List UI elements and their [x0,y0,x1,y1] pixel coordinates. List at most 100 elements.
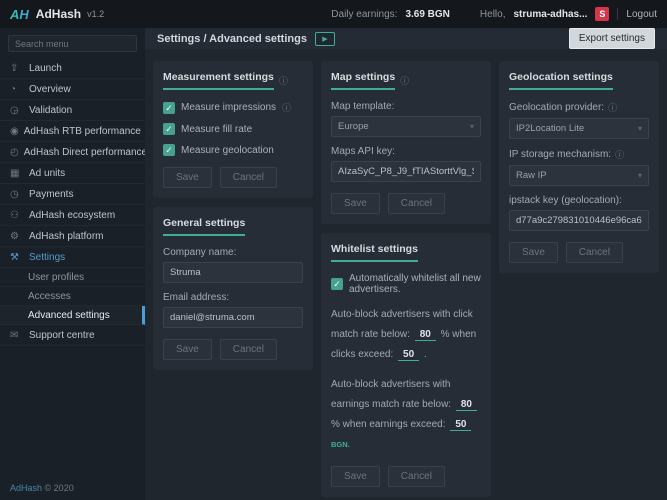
map-template-label: Map template: [331,101,481,112]
direct-performance-icon: ◴ [10,147,19,158]
general-settings-panel: General settings Company name: Email add… [153,207,313,370]
cancel-button[interactable]: Cancel [566,242,623,263]
map-template-select[interactable]: Europe ▾ [331,116,481,137]
sidebar-subitem-user-profiles[interactable]: User profiles [0,268,145,287]
save-button[interactable]: Save [331,193,380,214]
play-icon: ▶ [322,35,327,43]
divider [617,8,618,20]
cancel-button[interactable]: Cancel [388,466,445,487]
measure-fill-rate-checkbox[interactable]: ✓ [163,123,175,135]
measure-geolocation-row: ✓ Measure geolocation [163,144,303,156]
info-icon[interactable]: ⓘ [400,74,409,87]
ad-units-icon: ▦ [10,168,24,179]
cancel-button[interactable]: Cancel [220,339,277,360]
click-match-rate-field[interactable]: 80 [415,329,436,341]
sidebar-item-settings[interactable]: ⚒ Settings [0,247,145,268]
breadcrumb: Settings / Advanced settings [157,33,307,45]
export-settings-button[interactable]: Export settings [569,28,655,49]
sidebar-item-overview[interactable]: ◔ Overview [0,79,145,100]
sidebar-item-label: Launch [29,63,62,74]
info-icon[interactable]: ⓘ [282,101,291,114]
sidebar-item-validation[interactable]: ◶ Validation [0,100,145,121]
measurement-settings-panel: Measurement settings ⓘ ✓ Measure impress… [153,61,313,198]
ip-storage-select[interactable]: Raw IP ▾ [509,165,649,186]
sidebar: ⇪ Launch ◔ Overview ◶ Validation ◉ AdHas… [0,28,145,500]
maps-api-key-field[interactable] [331,161,481,182]
chevron-down-icon: ▾ [470,122,474,131]
chevron-down-icon: ▾ [638,171,642,180]
sidebar-item-label: Ad units [29,168,65,179]
geolocation-provider-label: Geolocation provider: [509,102,604,113]
earnings-exceed-field[interactable]: 50 [450,419,471,431]
save-button[interactable]: Save [509,242,558,263]
sidebar-item-label: Payments [29,189,73,200]
bgn-unit-label: BGN. [331,440,350,449]
sidebar-item-label: Overview [29,84,71,95]
earnings-match-rate-field[interactable]: 80 [456,399,477,411]
cancel-button[interactable]: Cancel [220,167,277,188]
sidebar-item-launch[interactable]: ⇪ Launch [0,58,145,79]
company-name-label: Company name: [163,247,303,258]
logout-button[interactable]: Logout [626,9,657,20]
sidebar-item-ad-units[interactable]: ▦ Ad units [0,163,145,184]
measure-geolocation-checkbox[interactable]: ✓ [163,144,175,156]
sidebar-item-platform[interactable]: ⚙ AdHash platform [0,226,145,247]
panel-title: Map settings [331,71,395,90]
sidebar-item-payments[interactable]: ◷ Payments [0,184,145,205]
measure-fill-rate-row: ✓ Measure fill rate [163,123,303,135]
rtb-performance-icon: ◉ [10,126,19,137]
support-chat-icon: ✉ [10,330,24,341]
sidebar-item-support-centre[interactable]: ✉ Support centre [0,325,145,346]
whitelist-settings-panel: Whitelist settings ✓ Automatically white… [321,233,491,497]
sidebar-item-label: Support centre [29,330,95,341]
click-match-rule: Auto-block advertisers with click match … [331,305,481,365]
sidebar-subitem-advanced-settings[interactable]: Advanced settings [0,306,145,325]
user-avatar[interactable]: S [595,7,609,21]
ecosystem-icon: ⚇ [10,210,24,221]
payments-icon: ◷ [10,189,24,200]
email-field[interactable] [163,307,303,328]
measure-impressions-checkbox[interactable]: ✓ [163,102,175,114]
sidebar-subitem-accesses[interactable]: Accesses [0,287,145,306]
auto-whitelist-row: ✓ Automatically whitelist all new advert… [331,273,481,295]
sidebar-item-rtb-performance[interactable]: ◉ AdHash RTB performance [0,121,145,142]
sidebar-item-label: AdHash RTB performance [24,126,141,137]
sidebar-subitem-label: Accesses [28,291,71,302]
info-icon[interactable]: ⓘ [608,101,617,114]
auto-whitelist-checkbox[interactable]: ✓ [331,278,343,290]
topbar: AH AdHash v1.2 Daily earnings: 3.69 BGN … [0,0,667,28]
earnings-match-rule: Auto-block advertisers with earnings mat… [331,375,481,455]
info-icon[interactable]: ⓘ [615,148,624,161]
overview-icon: ◔ [10,84,24,95]
company-name-field[interactable] [163,262,303,283]
sidebar-item-label: AdHash Direct performance [24,147,147,158]
sidebar-footer: AdHash © 2020 [0,476,145,500]
panel-title: General settings [163,217,245,236]
sidebar-item-ecosystem[interactable]: ⚇ AdHash ecosystem [0,205,145,226]
save-button[interactable]: Save [163,167,212,188]
save-button[interactable]: Save [163,339,212,360]
geolocation-provider-select[interactable]: IP2Location Lite ▾ [509,118,649,139]
sidebar-item-direct-performance[interactable]: ◴ AdHash Direct performance [0,142,145,163]
cancel-button[interactable]: Cancel [388,193,445,214]
save-button[interactable]: Save [331,466,380,487]
rule-text: . [424,349,427,360]
sidebar-item-label: Settings [29,252,65,263]
info-icon[interactable]: ⓘ [279,74,288,87]
platform-gear-icon: ⚙ [10,231,24,242]
ipstack-key-label: ipstack key (geolocation): [509,195,649,206]
email-address-label: Email address: [163,292,303,303]
panel-title: Measurement settings [163,71,274,90]
search-input[interactable] [8,35,137,52]
ipstack-key-field[interactable] [509,210,649,231]
checkbox-label: Measure fill rate [181,124,252,135]
geolocation-settings-panel: Geolocation settings Geolocation provide… [499,61,659,273]
rule-text: Auto-block advertisers with earnings mat… [331,379,451,410]
play-tutorial-button[interactable]: ▶ [315,32,335,46]
rule-text: % when earnings exceed: [331,419,446,430]
selected-value: Europe [338,121,369,132]
adhash-logo-icon: AH [10,7,29,22]
sidebar-item-label: AdHash platform [29,231,103,242]
clicks-exceed-field[interactable]: 50 [398,349,419,361]
username[interactable]: struma-adhas... [513,9,587,20]
